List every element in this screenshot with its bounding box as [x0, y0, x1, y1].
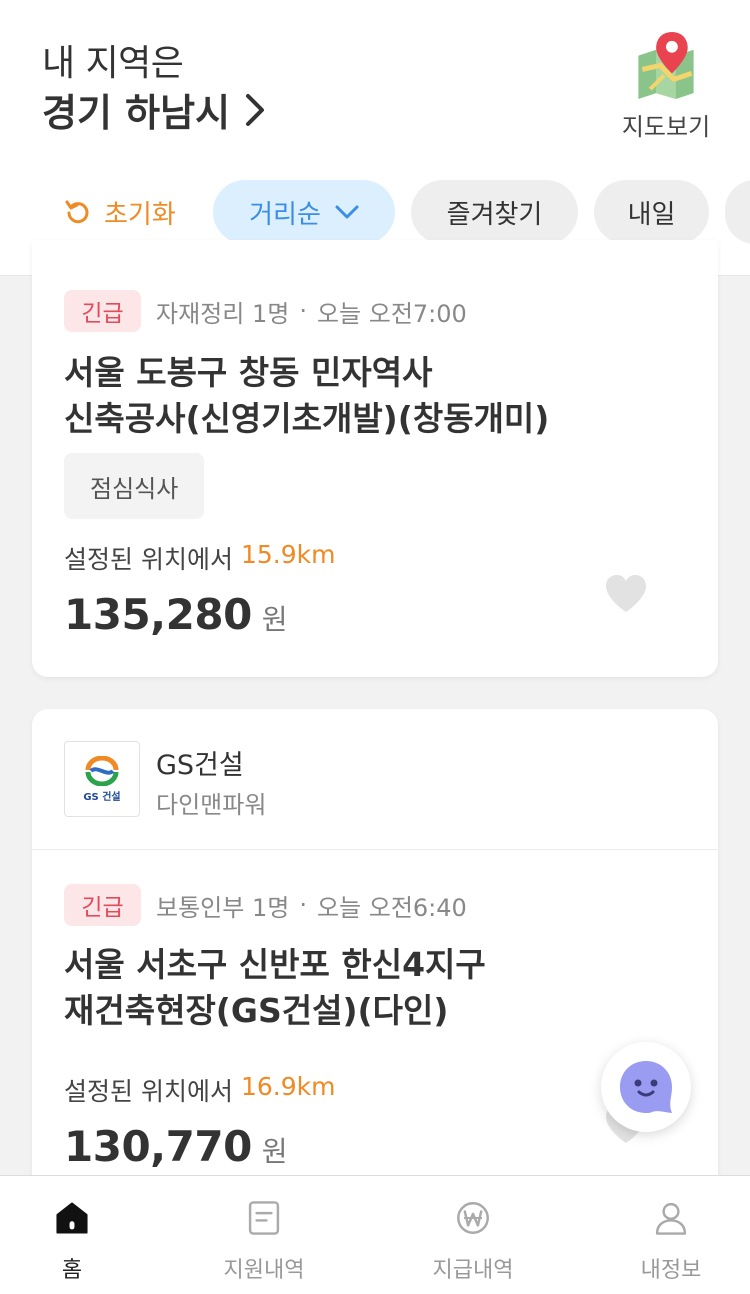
more-chip[interactable]	[725, 180, 750, 244]
job-title-line: 재건축현장(GS건설)(다인)	[64, 991, 449, 1030]
tomorrow-chip[interactable]: 내일	[594, 180, 709, 244]
company-name: GS건설	[156, 750, 244, 781]
header: 내 지역은 경기 하남시 지도보기 초기화 거리순 즐겨찾기 내일	[0, 0, 750, 276]
distance-prefix: 설정된 위치에서	[64, 1077, 233, 1106]
job-title-line: 신축공사(신영기초개발)(창동개미)	[64, 399, 550, 438]
nav-apply-history[interactable]: 지원내역	[199, 1200, 329, 1284]
job-card[interactable]: 긴급 자재정리 1명 · 오늘 오전7:00 서울 도봉구 창동 민자역사 신축…	[32, 240, 718, 677]
job-card[interactable]: GS 건설 GS건설 다인맨파워 긴급 보통인부 1명 · 오늘 오전6:40 …	[32, 709, 718, 1229]
region-label: 내 지역은	[42, 43, 184, 84]
job-title-line: 서울 서초구 신반포 한신4지구	[64, 945, 486, 984]
distance-value: 15.9km	[240, 540, 336, 569]
nav-home-label: 홈	[61, 1258, 83, 1283]
pay-amount: 130,770	[64, 1122, 252, 1171]
nav-my-info[interactable]: 내정보	[606, 1200, 736, 1284]
sort-label: 거리순	[249, 199, 321, 230]
urgent-badge: 긴급	[64, 884, 141, 926]
chevron-right-icon	[246, 93, 265, 126]
distance-info: 설정된 위치에서 15.9km	[64, 540, 335, 576]
nav-apply-label: 지원내역	[223, 1258, 305, 1283]
reset-label: 초기화	[104, 199, 176, 230]
pay-info: 130,770 원	[64, 1122, 288, 1171]
chevron-down-icon	[335, 205, 359, 219]
distance-value: 16.9km	[240, 1072, 336, 1101]
distance-info: 설정된 위치에서 16.9km	[64, 1072, 335, 1108]
separator-dot: ·	[299, 891, 307, 919]
reset-filter-button[interactable]: 초기화	[64, 180, 176, 244]
distance-prefix: 설정된 위치에서	[64, 545, 233, 574]
company-logo-text: GS 건설	[83, 791, 121, 803]
job-category: 자재정리 1명	[156, 299, 290, 328]
pay-amount: 135,280	[64, 590, 252, 639]
chatbot-button[interactable]	[601, 1042, 691, 1132]
company-header: GS 건설 GS건설 다인맨파워	[32, 709, 718, 850]
job-title: 서울 서초구 신반포 한신4지구 재건축현장(GS건설)(다인)	[64, 942, 684, 1034]
job-title-line: 서울 도봉구 창동 민자역사	[64, 353, 433, 392]
job-category: 보통인부 1명	[156, 893, 290, 922]
pay-unit: 원	[261, 603, 288, 636]
urgent-badge: 긴급	[64, 290, 141, 332]
won-coin-icon	[457, 1202, 489, 1234]
map-pin-icon	[638, 31, 694, 100]
region-selector[interactable]: 경기 하남시	[42, 82, 266, 137]
document-icon	[248, 1201, 280, 1235]
pay-info: 135,280 원	[64, 590, 288, 639]
nav-pay-label: 지급내역	[432, 1258, 514, 1283]
chatbot-ghost-icon	[620, 1061, 672, 1113]
pay-unit: 원	[261, 1135, 288, 1168]
job-time: 오늘 오전6:40	[316, 893, 467, 922]
job-meta: 보통인부 1명 · 오늘 오전6:40	[156, 884, 467, 926]
company-subname: 다인맨파워	[156, 791, 267, 819]
benefit-tag: 점심식사	[64, 453, 205, 519]
home-icon	[56, 1202, 88, 1234]
region-name: 경기 하남시	[42, 91, 231, 135]
map-view-label: 지도보기	[621, 113, 711, 141]
job-meta: 자재정리 1명 · 오늘 오전7:00	[156, 290, 467, 332]
nav-me-label: 내정보	[640, 1258, 702, 1283]
map-view-button[interactable]: 지도보기	[618, 30, 714, 142]
nav-payment-history[interactable]: 지급내역	[408, 1200, 538, 1284]
job-title: 서울 도봉구 창동 민자역사 신축공사(신영기초개발)(창동개미)	[64, 350, 684, 442]
favorites-chip[interactable]: 즐겨찾기	[411, 180, 578, 244]
filter-bar: 초기화 거리순 즐겨찾기 내일	[0, 180, 750, 244]
heart-icon[interactable]	[604, 574, 648, 614]
company-logo: GS 건설	[64, 741, 140, 817]
refresh-icon	[65, 200, 89, 224]
nav-home[interactable]: 홈	[7, 1200, 137, 1284]
job-time: 오늘 오전7:00	[316, 299, 467, 328]
sort-dropdown[interactable]: 거리순	[213, 180, 395, 244]
separator-dot: ·	[299, 297, 307, 325]
user-icon	[655, 1202, 687, 1235]
bottom-nav: 홈 지원내역 지급내역 내정보	[0, 1175, 750, 1294]
company-logo-icon	[85, 755, 119, 786]
